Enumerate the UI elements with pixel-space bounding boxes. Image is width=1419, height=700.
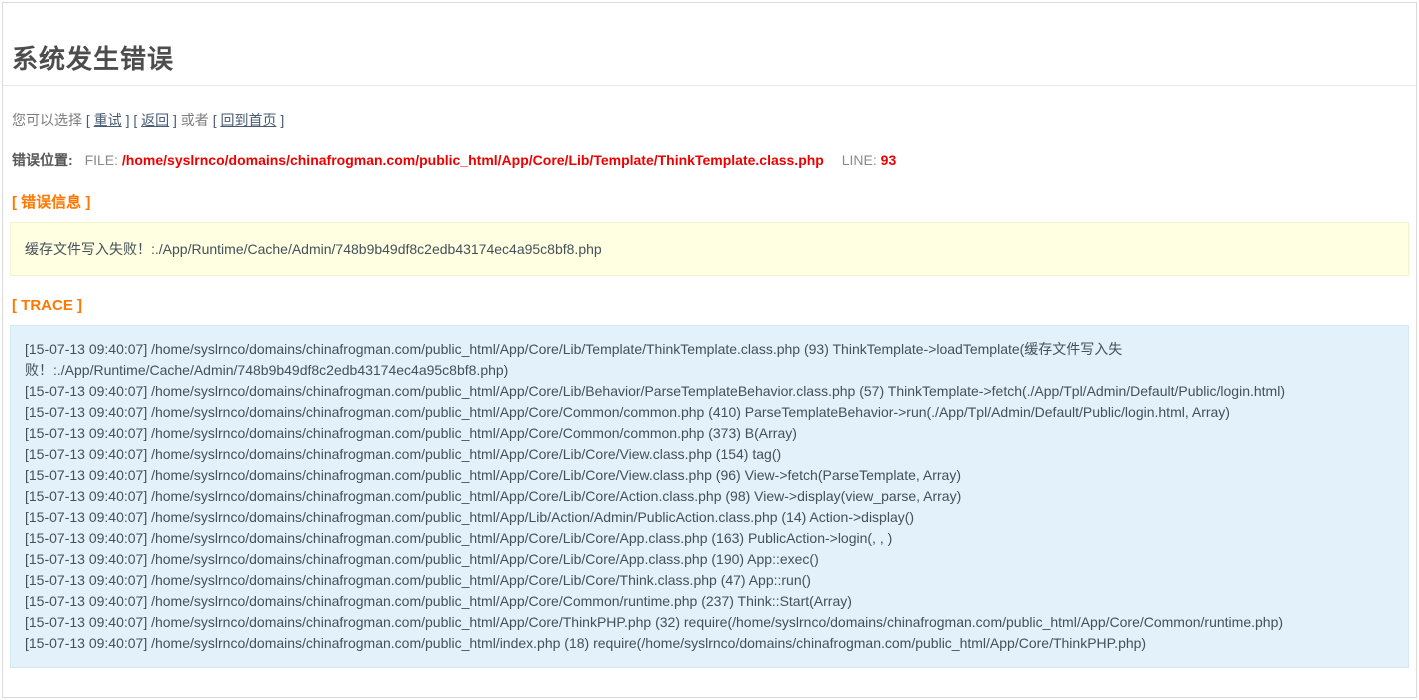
line-label: LINE: — [842, 152, 877, 168]
trace-box: [15-07-13 09:40:07] /home/syslrnco/domai… — [10, 325, 1409, 668]
trace-line: [15-07-13 09:40:07] /home/syslrnco/domai… — [25, 549, 1394, 570]
bracket: ] — [126, 112, 130, 128]
bracket: [ — [213, 112, 217, 128]
error-page-container: 系统发生错误 您可以选择 [ 重试 ] [ 返回 ] 或者 [ 回到首页 ] 错… — [2, 2, 1417, 698]
trace-line: [15-07-13 09:40:07] /home/syslrnco/domai… — [25, 612, 1394, 633]
trace-line: [15-07-13 09:40:07] /home/syslrnco/domai… — [25, 444, 1394, 465]
trace-line: [15-07-13 09:40:07] /home/syslrnco/domai… — [25, 423, 1394, 444]
choose-lead-text: 您可以选择 — [12, 112, 82, 128]
bracket: [ — [86, 112, 90, 128]
trace-line: [15-07-13 09:40:07] /home/syslrnco/domai… — [25, 339, 1394, 381]
home-link[interactable]: 回到首页 — [220, 112, 276, 128]
trace-line: [15-07-13 09:40:07] /home/syslrnco/domai… — [25, 528, 1394, 549]
trace-line: [15-07-13 09:40:07] /home/syslrnco/domai… — [25, 570, 1394, 591]
page-title: 系统发生错误 — [12, 45, 1409, 73]
trace-line: [15-07-13 09:40:07] /home/syslrnco/domai… — [25, 633, 1394, 654]
title-divider — [3, 85, 1416, 86]
error-message-text: 缓存文件写入失败！:./App/Runtime/Cache/Admin/748b… — [25, 241, 602, 257]
trace-line: [15-07-13 09:40:07] /home/syslrnco/domai… — [25, 486, 1394, 507]
trace-header: [ TRACE ] — [12, 297, 1409, 314]
bracket: ] — [173, 112, 177, 128]
trace-line: [15-07-13 09:40:07] /home/syslrnco/domai… — [25, 591, 1394, 612]
back-link[interactable]: 返回 — [141, 112, 169, 128]
error-location-row: 错误位置: FILE: /home/syslrnco/domains/china… — [12, 150, 1409, 170]
bracket: ] — [280, 112, 284, 128]
error-file-path: /home/syslrnco/domains/chinafrogman.com/… — [122, 152, 824, 168]
choose-or-text: 或者 — [181, 112, 209, 128]
trace-line: [15-07-13 09:40:07] /home/syslrnco/domai… — [25, 381, 1394, 402]
bracket: [ — [133, 112, 137, 128]
error-info-header: [ 错误信息 ] — [12, 191, 1409, 212]
trace-line: [15-07-13 09:40:07] /home/syslrnco/domai… — [25, 402, 1394, 423]
trace-line: [15-07-13 09:40:07] /home/syslrnco/domai… — [25, 465, 1394, 486]
trace-line: [15-07-13 09:40:07] /home/syslrnco/domai… — [25, 507, 1394, 528]
action-links-row: 您可以选择 [ 重试 ] [ 返回 ] 或者 [ 回到首页 ] — [12, 110, 1409, 130]
error-location-label: 错误位置: — [12, 152, 73, 168]
file-label: FILE: — [85, 152, 118, 168]
error-line-number: 93 — [881, 152, 897, 168]
error-message-box: 缓存文件写入失败！:./App/Runtime/Cache/Admin/748b… — [10, 222, 1409, 276]
retry-link[interactable]: 重试 — [94, 112, 122, 128]
